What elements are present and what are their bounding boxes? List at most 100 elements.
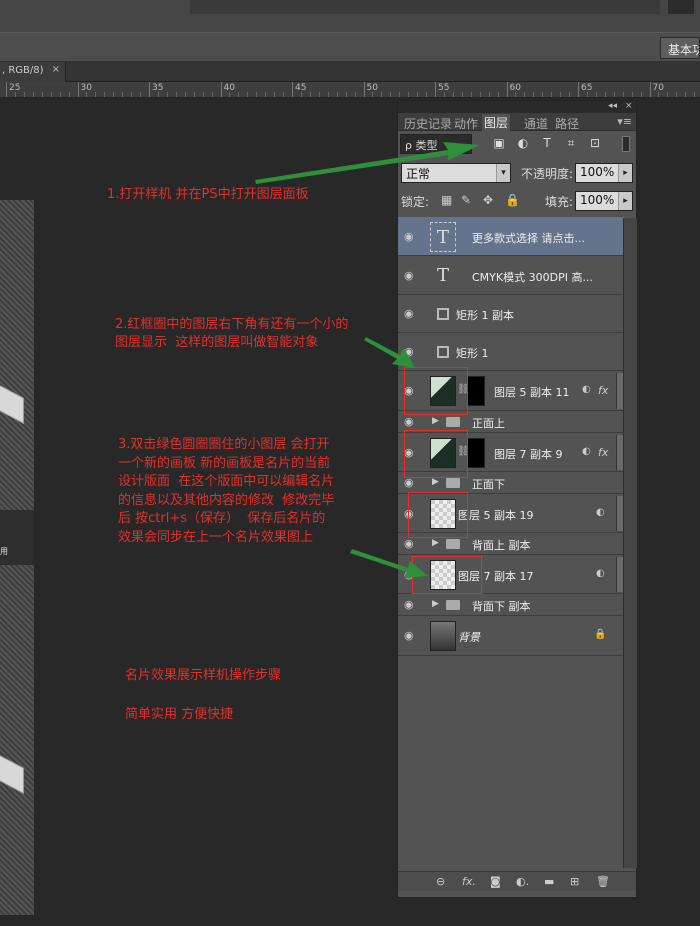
opacity-field[interactable]: 100% ▸ <box>575 163 633 183</box>
layer-mask-thumbnail[interactable] <box>467 437 485 468</box>
smart-object-highlight <box>404 367 468 415</box>
add-mask-icon[interactable]: ◙ <box>490 875 501 888</box>
blend-row: 正常 ▾ 不透明度: 100% ▸ <box>401 162 635 184</box>
lock-all-icon[interactable]: 🔒 <box>505 193 520 207</box>
panel-menu-icon[interactable]: ▾≡ <box>617 115 632 128</box>
adjustment-layer-icon[interactable]: ◐. <box>516 875 529 888</box>
footer-title: 名片效果展示样机操作步骤 <box>125 668 282 683</box>
adjustment-filter-icon[interactable]: ◐ <box>516 136 530 150</box>
filter-type-select[interactable]: ρ 类型 <box>400 134 472 154</box>
new-layer-icon[interactable]: ⊞ <box>570 875 579 888</box>
layer-row[interactable]: ◉ 矩形 1 副本 <box>398 295 624 333</box>
eye-icon[interactable]: ◉ <box>404 230 414 243</box>
close-icon[interactable]: × <box>625 101 633 111</box>
ruler-subtick <box>68 92 70 97</box>
options-bar: 基本功能 <box>0 32 700 62</box>
lock-pixels-icon[interactable]: ✎ <box>461 193 471 207</box>
ruler-subtick <box>184 92 186 97</box>
ruler-subtick <box>586 92 588 97</box>
blend-mode-select[interactable]: 正常 ▾ <box>401 163 511 183</box>
layers-scrollbar[interactable] <box>623 218 637 868</box>
ruler-tick <box>435 82 436 97</box>
expand-arrow-icon[interactable]: ▶ <box>432 599 439 609</box>
layer-row[interactable]: ◉ ▶ 背面下 副本 <box>398 594 624 616</box>
fill-field[interactable]: 100% ▸ <box>575 191 633 211</box>
document-canvas[interactable]: 用 <box>0 200 34 915</box>
smart-object-filter-icon[interactable]: ⊡ <box>588 136 602 150</box>
workspace-button[interactable]: 基本功能 <box>660 37 700 59</box>
ruler-subtick <box>479 92 481 97</box>
opacity-value: 100% <box>580 165 615 179</box>
tab-channels[interactable]: 通道 <box>524 115 548 132</box>
delete-layer-icon[interactable]: 🗑 <box>596 875 610 888</box>
layer-row[interactable]: ◉ T CMYK模式 300DPI 高... <box>398 256 624 295</box>
ruler-subtick <box>95 92 97 97</box>
ruler-subtick <box>32 92 34 97</box>
ruler-subtick <box>658 92 660 97</box>
layer-row[interactable]: ◉ T 更多款式选择 请点击... <box>398 217 624 256</box>
horizontal-ruler[interactable]: 25 30 35 40 45 50 55 60 65 70 <box>0 82 700 98</box>
step-3-note: 3.双击绿色圆圈圈住的小图层 会打开 一个新的画板 新的画板是名片的当前 设计版… <box>118 437 335 545</box>
link-layers-icon[interactable]: ⊖ <box>436 875 445 888</box>
ruler-subtick <box>23 92 25 97</box>
tab-history[interactable]: 历史记录 <box>404 115 452 132</box>
layer-name: 矩形 1 <box>456 347 489 360</box>
ruler-tick <box>6 82 7 97</box>
eye-icon[interactable]: ◉ <box>404 629 414 642</box>
eye-icon[interactable]: ◉ <box>404 415 414 428</box>
layer-effects-icon[interactable]: fx <box>598 384 608 397</box>
ruler-subtick <box>595 92 597 97</box>
fill-value: 100% <box>580 193 615 207</box>
eye-icon[interactable]: ◉ <box>404 537 414 550</box>
tab-actions[interactable]: 动作 <box>454 115 478 132</box>
eye-icon[interactable]: ◉ <box>404 345 414 358</box>
layer-row[interactable]: ◉ 矩形 1 <box>398 333 624 371</box>
new-group-icon[interactable]: ▬ <box>544 875 554 888</box>
layer-row[interactable]: ◉ 背景 🔒 <box>398 616 624 656</box>
menu-bar-strip <box>190 0 660 14</box>
panel-header: ◂◂ × <box>398 101 636 113</box>
ruler-subtick <box>569 92 571 97</box>
ruler-subtick <box>274 92 276 97</box>
layer-name: 更多款式选择 请点击... <box>472 231 585 245</box>
type-layer-icon: T <box>436 264 449 286</box>
eye-icon[interactable]: ◉ <box>404 269 414 282</box>
filter-toggle[interactable] <box>622 136 630 152</box>
close-icon[interactable]: × <box>52 64 60 75</box>
ruler-subtick <box>354 92 356 97</box>
ruler-subtick <box>318 92 320 97</box>
ruler-subtick <box>59 92 61 97</box>
type-layer-icon: T <box>430 221 456 252</box>
expand-arrow-icon[interactable]: ▶ <box>432 538 439 548</box>
ruler-tick <box>292 82 293 97</box>
tab-layers[interactable]: 图层 <box>482 114 511 131</box>
expand-arrow-icon[interactable]: ▶ <box>432 416 439 426</box>
chevron-down-icon: ▾ <box>496 164 510 182</box>
ruler-tick <box>363 82 365 97</box>
smart-object-highlight <box>404 430 468 478</box>
layer-style-icon[interactable]: fx. <box>462 875 476 888</box>
lock-transparency-icon[interactable]: ▦ <box>441 193 452 207</box>
shape-layer-icon <box>430 337 456 367</box>
eye-icon[interactable]: ◉ <box>404 598 414 611</box>
collapse-icon[interactable]: ◂◂ <box>608 101 617 111</box>
tab-paths[interactable]: 路径 <box>555 115 579 132</box>
folder-icon <box>446 600 460 610</box>
expand-arrow-icon[interactable]: ▶ <box>432 477 439 487</box>
ruler-subtick <box>309 92 311 97</box>
ruler-subtick <box>265 92 267 97</box>
lock-position-icon[interactable]: ✥ <box>483 193 493 207</box>
type-filter-icon[interactable]: T <box>540 136 554 150</box>
eye-icon[interactable]: ◉ <box>404 307 414 320</box>
smart-object-badge-icon: ◐ <box>596 506 605 518</box>
layer-effects-icon[interactable]: fx <box>598 446 608 459</box>
ruler-subtick <box>488 92 490 97</box>
shape-filter-icon[interactable]: ⌗ <box>564 136 578 150</box>
ruler-subtick <box>524 92 526 97</box>
document-tab[interactable]: , RGB/8) × <box>0 62 66 82</box>
ruler-subtick <box>515 92 517 97</box>
window-grip[interactable] <box>668 0 694 14</box>
layer-mask-thumbnail[interactable] <box>467 376 485 406</box>
ruler-subtick <box>327 92 329 97</box>
pixel-filter-icon[interactable]: ▣ <box>492 136 506 150</box>
